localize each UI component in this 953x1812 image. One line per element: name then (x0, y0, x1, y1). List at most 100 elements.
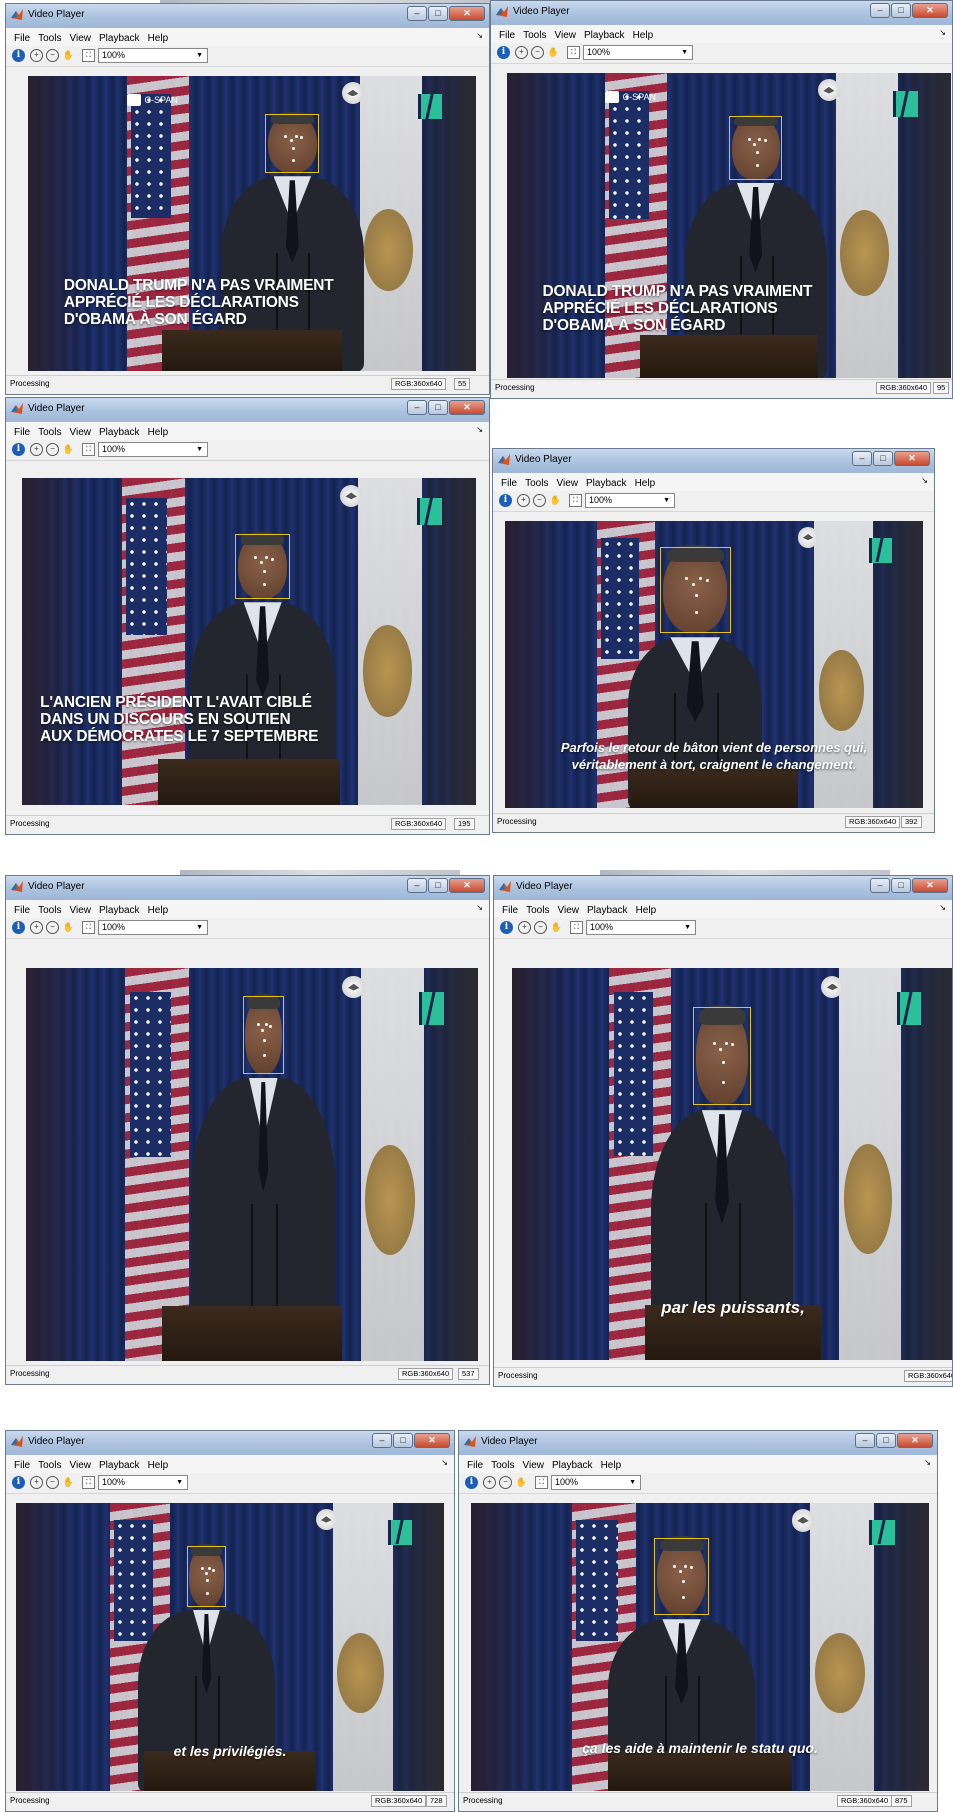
info-icon[interactable]: i (12, 921, 25, 934)
maximize-icon[interactable]: □ (393, 1433, 413, 1448)
minimize-icon[interactable]: – (870, 878, 890, 893)
info-icon[interactable]: i (12, 1476, 25, 1489)
minimize-icon[interactable]: – (407, 400, 427, 415)
pan-hand-icon[interactable]: ✋ (550, 921, 563, 934)
zoom-select[interactable]: 100% ▼ (583, 45, 693, 60)
zoom-out-icon[interactable]: − (46, 921, 59, 934)
zoom-out-icon[interactable]: − (46, 443, 59, 456)
title-bar[interactable]: Video Player – □ ✕ (6, 398, 489, 422)
close-icon[interactable]: ✕ (912, 3, 948, 18)
menu-item-tools[interactable]: Tools (526, 905, 549, 916)
title-bar[interactable]: Video Player – □ ✕ (494, 876, 952, 900)
fit-to-window-icon[interactable]: ⛶ (567, 46, 580, 59)
menu-item-help[interactable]: Help (601, 1460, 622, 1471)
menu-item-view[interactable]: View (69, 33, 91, 44)
info-icon[interactable]: i (12, 49, 25, 62)
maximize-icon[interactable]: □ (876, 1433, 896, 1448)
close-icon[interactable]: ✕ (449, 878, 485, 893)
menu-item-file[interactable]: File (14, 427, 30, 438)
menu-item-tools[interactable]: Tools (491, 1460, 514, 1471)
pan-hand-icon[interactable]: ✋ (515, 1476, 528, 1489)
fit-to-window-icon[interactable]: ⛶ (82, 49, 95, 62)
menu-item-tools[interactable]: Tools (38, 427, 61, 438)
menu-item-view[interactable]: View (556, 478, 578, 489)
menu-overflow-arrow-icon[interactable]: ↘ (476, 903, 483, 912)
menu-item-playback[interactable]: Playback (99, 33, 140, 44)
menu-item-playback[interactable]: Playback (586, 478, 627, 489)
title-bar[interactable]: Video Player – □ ✕ (459, 1431, 937, 1455)
info-icon[interactable]: i (497, 46, 510, 59)
fit-to-window-icon[interactable]: ⛶ (82, 921, 95, 934)
zoom-select[interactable]: 100% ▼ (98, 920, 208, 935)
minimize-icon[interactable]: – (407, 6, 427, 21)
menu-overflow-arrow-icon[interactable]: ↘ (476, 31, 483, 40)
zoom-select[interactable]: 100% ▼ (551, 1475, 641, 1490)
maximize-icon[interactable]: □ (428, 878, 448, 893)
info-icon[interactable]: i (465, 1476, 478, 1489)
pan-hand-icon[interactable]: ✋ (62, 921, 75, 934)
menu-item-view[interactable]: View (69, 427, 91, 438)
pan-hand-icon[interactable]: ✋ (62, 49, 75, 62)
menu-item-playback[interactable]: Playback (584, 30, 625, 41)
zoom-in-icon[interactable]: + (30, 921, 43, 934)
close-icon[interactable]: ✕ (897, 1433, 933, 1448)
zoom-out-icon[interactable]: − (534, 921, 547, 934)
menu-item-help[interactable]: Help (148, 33, 169, 44)
zoom-in-icon[interactable]: + (515, 46, 528, 59)
zoom-in-icon[interactable]: + (30, 49, 43, 62)
menu-item-view[interactable]: View (69, 905, 91, 916)
menu-item-file[interactable]: File (14, 905, 30, 916)
zoom-select[interactable]: 100% ▼ (98, 1475, 188, 1490)
minimize-icon[interactable]: – (852, 451, 872, 466)
menu-overflow-arrow-icon[interactable]: ↘ (441, 1458, 448, 1467)
info-icon[interactable]: i (499, 494, 512, 507)
menu-item-tools[interactable]: Tools (38, 33, 61, 44)
zoom-in-icon[interactable]: + (483, 1476, 496, 1489)
menu-item-help[interactable]: Help (148, 1460, 169, 1471)
menu-item-file[interactable]: File (14, 33, 30, 44)
maximize-icon[interactable]: □ (891, 3, 911, 18)
menu-item-playback[interactable]: Playback (587, 905, 628, 916)
menu-item-help[interactable]: Help (636, 905, 657, 916)
zoom-out-icon[interactable]: − (499, 1476, 512, 1489)
fit-to-window-icon[interactable]: ⛶ (569, 494, 582, 507)
menu-overflow-arrow-icon[interactable]: ↘ (939, 28, 946, 37)
menu-item-view[interactable]: View (522, 1460, 544, 1471)
menu-item-playback[interactable]: Playback (552, 1460, 593, 1471)
menu-item-file[interactable]: File (14, 1460, 30, 1471)
pan-hand-icon[interactable]: ✋ (62, 443, 75, 456)
menu-item-help[interactable]: Help (635, 478, 656, 489)
fit-to-window-icon[interactable]: ⛶ (82, 1476, 95, 1489)
title-bar[interactable]: Video Player – □ ✕ (493, 449, 934, 473)
minimize-icon[interactable]: – (407, 878, 427, 893)
menu-item-help[interactable]: Help (148, 905, 169, 916)
menu-item-file[interactable]: File (499, 30, 515, 41)
close-icon[interactable]: ✕ (912, 878, 948, 893)
title-bar[interactable]: Video Player – □ ✕ (6, 1431, 454, 1455)
menu-item-view[interactable]: View (557, 905, 579, 916)
menu-item-playback[interactable]: Playback (99, 427, 140, 438)
zoom-out-icon[interactable]: − (531, 46, 544, 59)
info-icon[interactable]: i (500, 921, 513, 934)
close-icon[interactable]: ✕ (449, 6, 485, 21)
pan-hand-icon[interactable]: ✋ (547, 46, 560, 59)
menu-item-tools[interactable]: Tools (38, 905, 61, 916)
zoom-out-icon[interactable]: − (533, 494, 546, 507)
menu-item-view[interactable]: View (69, 1460, 91, 1471)
maximize-icon[interactable]: □ (428, 6, 448, 21)
zoom-out-icon[interactable]: − (46, 1476, 59, 1489)
close-icon[interactable]: ✕ (449, 400, 485, 415)
title-bar[interactable]: Video Player – □ ✕ (491, 1, 952, 25)
close-icon[interactable]: ✕ (414, 1433, 450, 1448)
maximize-icon[interactable]: □ (873, 451, 893, 466)
zoom-in-icon[interactable]: + (517, 494, 530, 507)
info-icon[interactable]: i (12, 443, 25, 456)
fit-to-window-icon[interactable]: ⛶ (82, 443, 95, 456)
menu-item-tools[interactable]: Tools (38, 1460, 61, 1471)
menu-item-tools[interactable]: Tools (523, 30, 546, 41)
minimize-icon[interactable]: – (855, 1433, 875, 1448)
pan-hand-icon[interactable]: ✋ (62, 1476, 75, 1489)
zoom-in-icon[interactable]: + (518, 921, 531, 934)
menu-item-file[interactable]: File (501, 478, 517, 489)
maximize-icon[interactable]: □ (891, 878, 911, 893)
